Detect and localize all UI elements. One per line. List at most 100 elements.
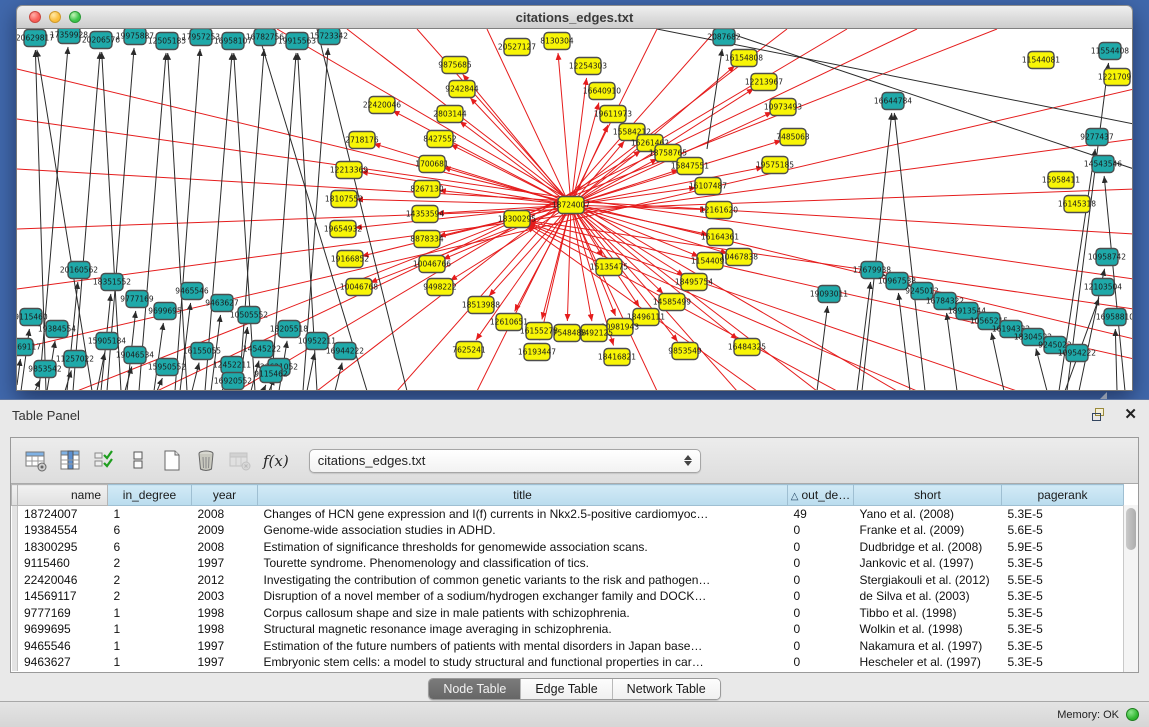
network-node[interactable]: 2803144 — [433, 106, 467, 123]
column-header-year[interactable]: year — [192, 485, 258, 506]
cell-out_degree[interactable]: 0 — [788, 539, 854, 556]
network-edge[interactable] — [17, 359, 20, 385]
function-builder-icon[interactable]: f(x) — [263, 452, 289, 470]
network-node[interactable]: 14353594 — [406, 206, 444, 223]
cell-title[interactable]: Investigating the contribution of common… — [258, 572, 788, 589]
cell-title[interactable]: Structural magnetic resonance image aver… — [258, 621, 788, 638]
cell-short[interactable]: Franke et al. (2009) — [854, 522, 1002, 539]
column-header-in_degree[interactable]: in_degree — [108, 485, 192, 506]
cell-year[interactable]: 2008 — [192, 506, 258, 523]
network-node[interactable]: 16107487 — [689, 178, 727, 195]
cell-out_degree[interactable]: 0 — [788, 572, 854, 589]
cell-out_degree[interactable]: 0 — [788, 654, 854, 671]
network-node[interactable]: 20160562 — [60, 262, 98, 279]
rows-icon[interactable] — [125, 448, 151, 474]
cell-in_degree[interactable]: 1 — [108, 605, 192, 622]
cell-pagerank[interactable]: 5.3E-5 — [1002, 506, 1124, 523]
network-node[interactable]: 8427552 — [423, 131, 457, 148]
network-node[interactable]: 9498222 — [423, 279, 457, 296]
cell-pagerank[interactable]: 5.3E-5 — [1002, 654, 1124, 671]
cell-year[interactable]: 1997 — [192, 638, 258, 655]
column-header-name[interactable]: name — [18, 485, 108, 506]
cell-name[interactable]: 18300295 — [18, 539, 108, 556]
network-node[interactable]: 18351552 — [93, 274, 131, 291]
table-row[interactable]: 1872400712008Changes of HCN gene express… — [12, 506, 1124, 523]
column-header-short[interactable]: short — [854, 485, 1002, 506]
network-node[interactable]: 15905184 — [88, 333, 126, 350]
cell-title[interactable]: Estimation of significance thresholds fo… — [258, 539, 788, 556]
network-node[interactable]: 2718176 — [345, 132, 379, 149]
table-row[interactable]: 2242004622012Investigating the contribut… — [12, 572, 1124, 589]
cell-year[interactable]: 1997 — [192, 555, 258, 572]
cell-name[interactable]: 9465546 — [18, 638, 108, 655]
network-node[interactable]: 12213369 — [330, 162, 368, 179]
cell-name[interactable]: 18724007 — [18, 506, 108, 523]
cell-in_degree[interactable]: 1 — [108, 506, 192, 523]
network-node[interactable]: 16644784 — [874, 93, 912, 110]
network-node[interactable]: 22420046 — [363, 97, 401, 114]
cell-short[interactable]: Yano et al. (2008) — [854, 506, 1002, 523]
tab-edge-table[interactable]: Edge Table — [521, 679, 612, 699]
cell-name[interactable]: 9699695 — [18, 621, 108, 638]
column-header-title[interactable]: title — [258, 485, 788, 506]
table-row[interactable]: 911546021997Tourette syndrome. Phenomeno… — [12, 555, 1124, 572]
network-node[interactable]: 11554408 — [1091, 43, 1129, 60]
cell-title[interactable]: Disruption of a novel member of a sodium… — [258, 588, 788, 605]
panel-resize-handle[interactable] — [1100, 392, 1107, 399]
close-button[interactable] — [29, 11, 41, 23]
table-row[interactable]: 1830029562008Estimation of significance … — [12, 539, 1124, 556]
cell-in_degree[interactable]: 6 — [108, 522, 192, 539]
network-node[interactable]: 19166852 — [331, 251, 369, 268]
network-node[interactable]: 16920552 — [214, 373, 252, 390]
cell-in_degree[interactable]: 2 — [108, 572, 192, 589]
table-row[interactable]: 977716911998Corpus callosum shape and si… — [12, 605, 1124, 622]
network-node[interactable]: 14543546 — [1084, 156, 1122, 173]
table-scrollbar[interactable] — [1123, 505, 1138, 672]
cell-name[interactable]: 9777169 — [18, 605, 108, 622]
cell-in_degree[interactable]: 1 — [108, 621, 192, 638]
close-panel-icon[interactable]: ✕ — [1124, 408, 1137, 422]
network-node[interactable]: 8267130 — [410, 181, 444, 198]
network-edge[interactable] — [263, 385, 266, 391]
cell-short[interactable]: Dudbridge et al. (2008) — [854, 539, 1002, 556]
network-node[interactable]: 20527127 — [498, 39, 536, 56]
table-selector-dropdown[interactable]: citations_edges.txt — [309, 449, 701, 473]
cell-short[interactable]: de Silva et al. (2003) — [854, 588, 1002, 605]
network-node[interactable]: 20629817 — [17, 30, 54, 47]
network-node[interactable]: 9463627 — [205, 295, 239, 312]
network-node[interactable]: 2087682 — [707, 29, 741, 46]
network-node[interactable]: 8130304 — [540, 33, 574, 50]
cell-in_degree[interactable]: 1 — [108, 654, 192, 671]
cell-title[interactable]: Tourette syndrome. Phenomenology and cla… — [258, 555, 788, 572]
cell-out_degree[interactable]: 0 — [788, 638, 854, 655]
cell-out_degree[interactable]: 0 — [788, 621, 854, 638]
network-node[interactable]: 16484325 — [728, 339, 766, 356]
network-canvas[interactable]: 1872400718300295813030412254303166409101… — [16, 29, 1133, 391]
network-edge[interactable] — [125, 367, 132, 391]
cell-short[interactable]: Jankovic et al. (1997) — [854, 555, 1002, 572]
cell-title[interactable]: Embryonic stem cells: a model to study s… — [258, 654, 788, 671]
network-edge[interactable] — [707, 49, 722, 149]
table-mode-icon[interactable] — [23, 448, 49, 474]
cell-year[interactable]: 1998 — [192, 605, 258, 622]
new-column-icon[interactable] — [159, 448, 185, 474]
cell-title[interactable]: Estimation of the future numbers of pati… — [258, 638, 788, 655]
window-titlebar[interactable]: citations_edges.txt — [16, 5, 1133, 29]
network-node[interactable]: 16640910 — [583, 83, 621, 100]
show-columns-icon[interactable] — [57, 448, 83, 474]
network-node[interactable]: 19093011 — [810, 286, 848, 303]
network-node[interactable]: 9242844 — [445, 81, 479, 98]
network-node[interactable]: 10958742 — [1088, 249, 1126, 266]
network-edge[interactable] — [894, 113, 925, 391]
tab-node-table[interactable]: Node Table — [429, 679, 521, 699]
cell-in_degree[interactable]: 2 — [108, 588, 192, 605]
network-node[interactable]: 18495754 — [675, 274, 713, 291]
cell-short[interactable]: Nakamura et al. (1997) — [854, 638, 1002, 655]
network-edge[interactable] — [992, 333, 1004, 391]
network-node[interactable]: 12217097 — [1098, 69, 1133, 86]
cell-out_degree[interactable]: 49 — [788, 506, 854, 523]
network-edge[interactable] — [225, 390, 226, 391]
network-node[interactable]: 15958411 — [1042, 172, 1080, 189]
cell-year[interactable]: 2009 — [192, 522, 258, 539]
cell-pagerank[interactable]: 5.3E-5 — [1002, 638, 1124, 655]
